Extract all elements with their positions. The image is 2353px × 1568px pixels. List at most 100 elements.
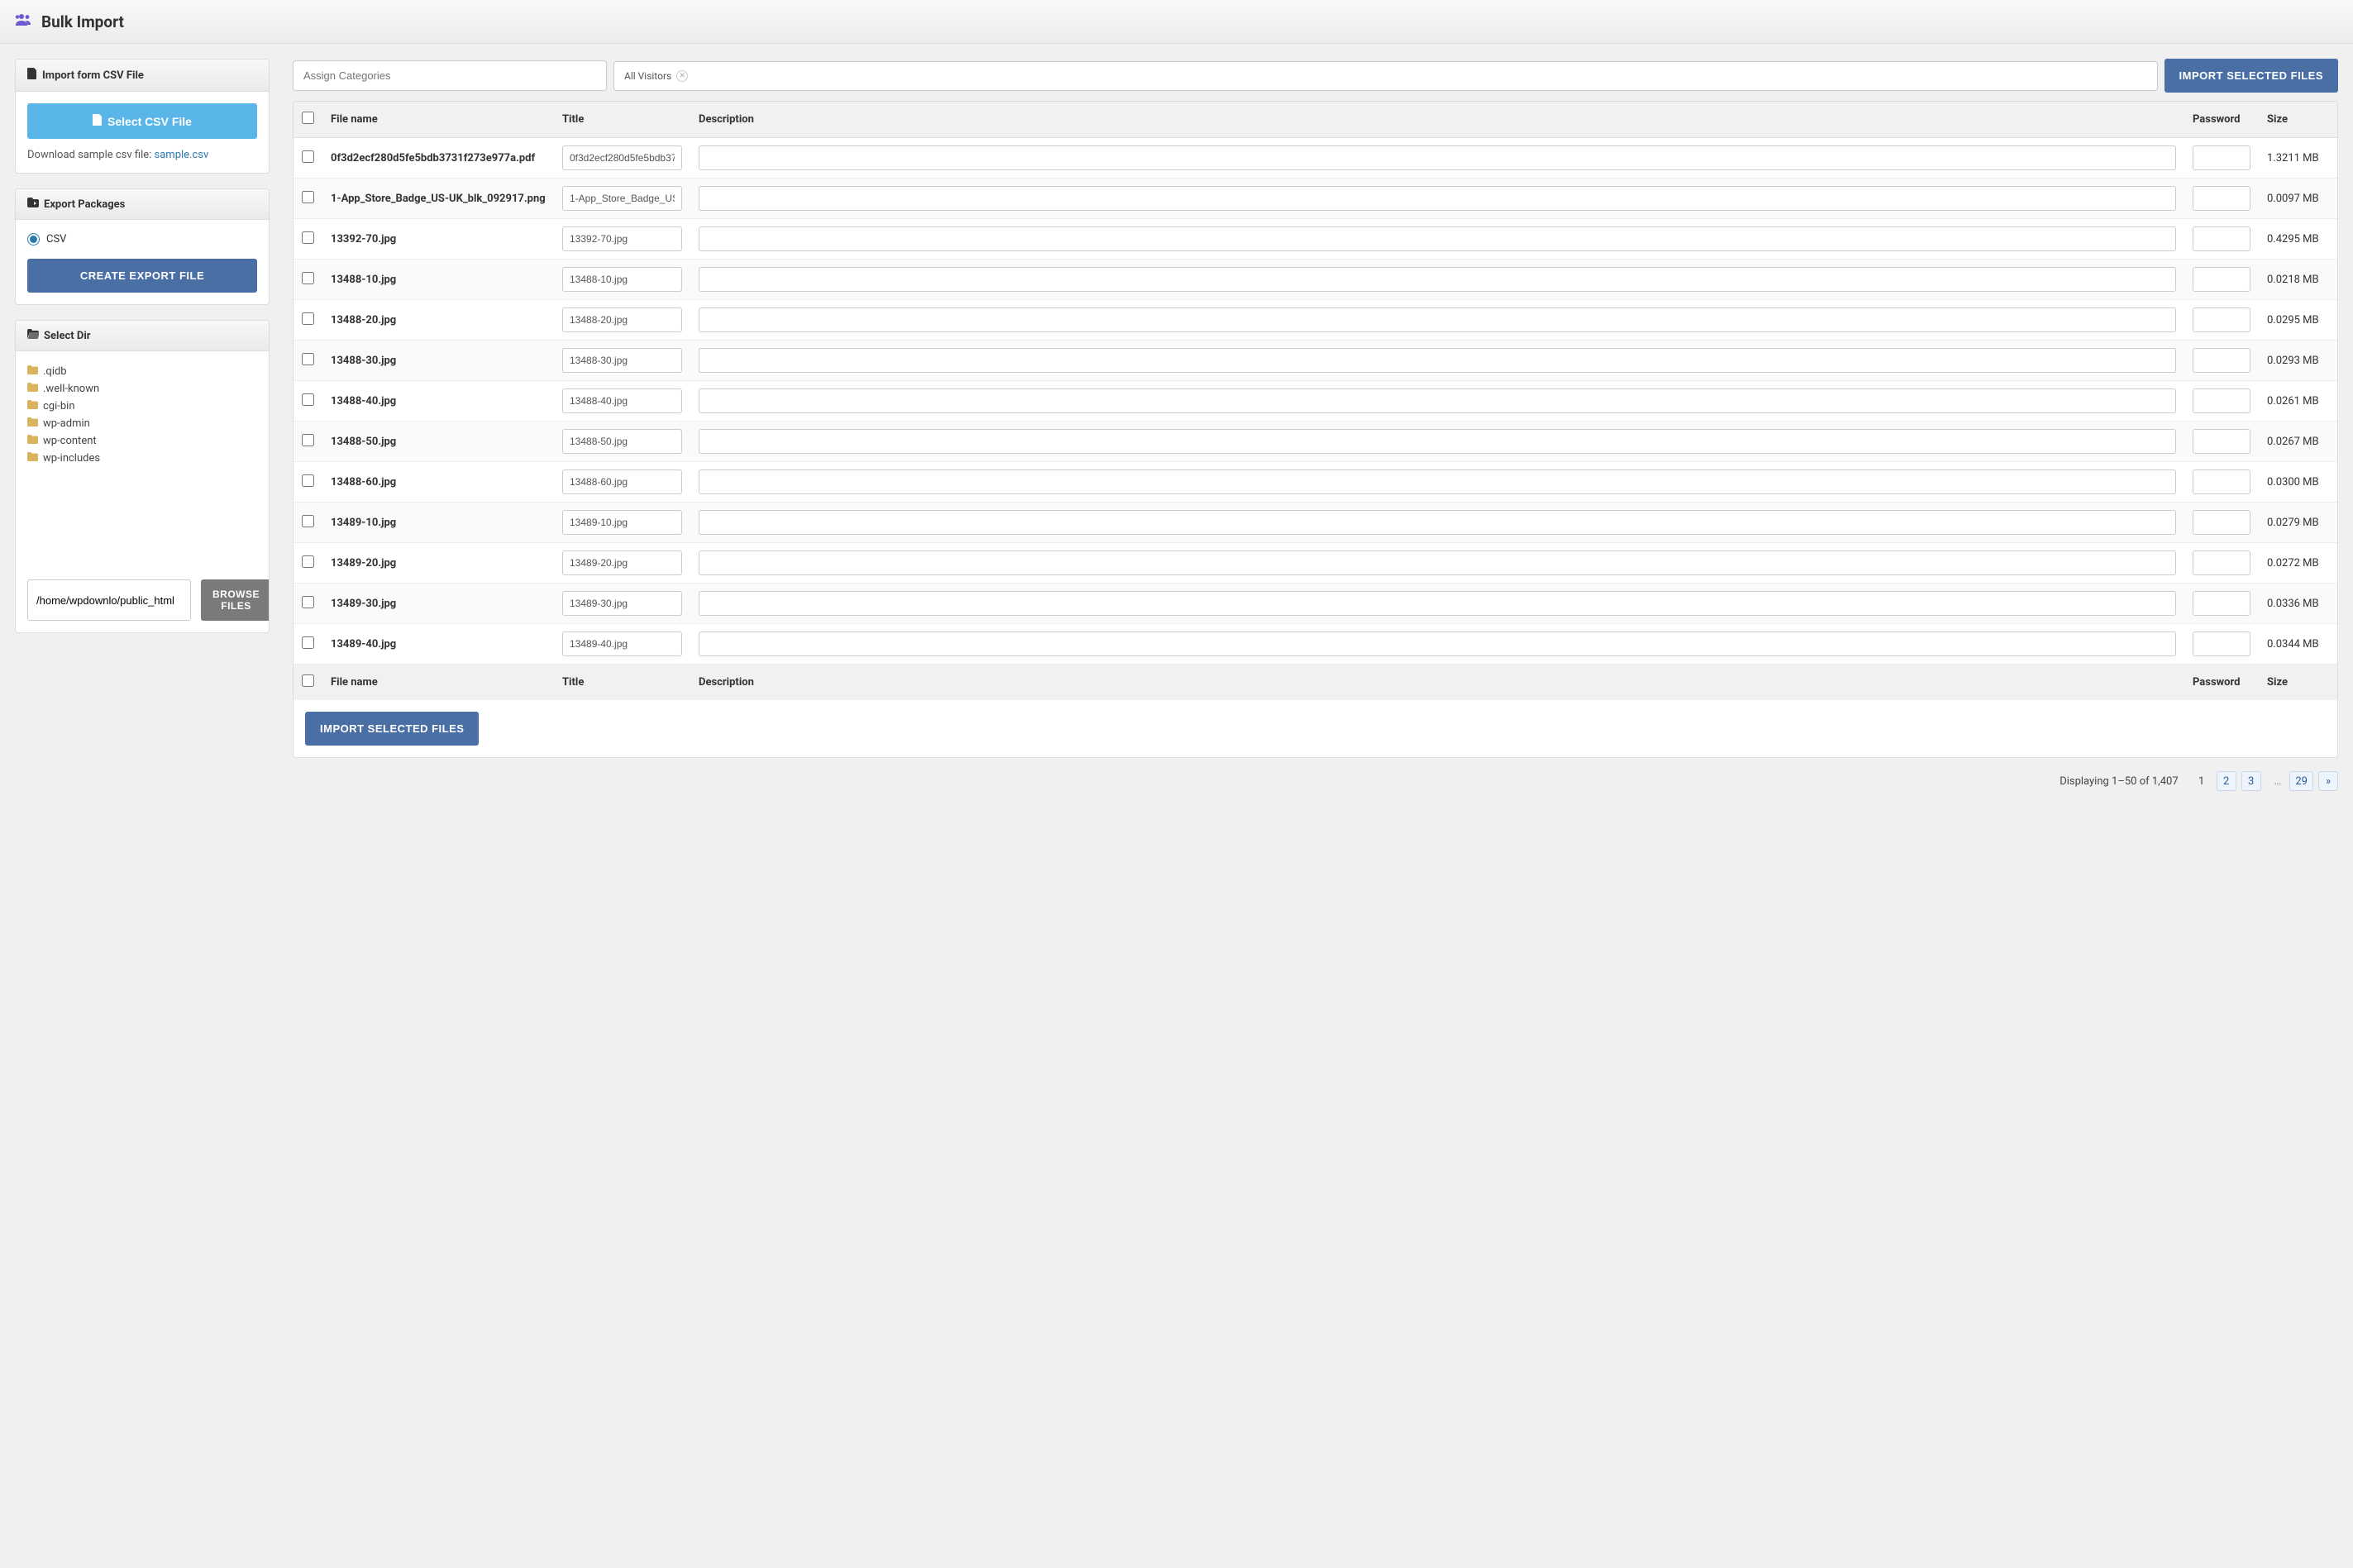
csv-radio-row[interactable]: CSV [27,231,257,247]
row-password-input[interactable] [2193,510,2250,535]
import-selected-top-button[interactable]: IMPORT SELECTED FILES [2164,59,2338,93]
files-table: File name Title Description Password Siz… [294,102,2337,700]
row-description-input[interactable] [699,469,2176,494]
assign-categories-input[interactable] [293,60,607,91]
dir-item-label: wp-content [43,435,97,447]
folder-icon [27,365,38,378]
select-all-checkbox-bottom[interactable] [302,674,314,687]
row-description-input[interactable] [699,307,2176,332]
row-password-input[interactable] [2193,429,2250,454]
dir-item[interactable]: .qidb [27,363,257,380]
row-description-input[interactable] [699,550,2176,575]
row-title-input[interactable] [562,186,682,211]
row-size: 0.0344 MB [2267,638,2319,651]
row-filename: 13489-30.jpg [331,598,396,610]
row-description-input[interactable] [699,388,2176,413]
panel-export: Export Packages CSV CREATE EXPORT FILE [15,188,270,305]
row-password-input[interactable] [2193,631,2250,656]
row-password-input[interactable] [2193,226,2250,251]
dir-item[interactable]: cgi-bin [27,398,257,415]
row-description-input[interactable] [699,348,2176,373]
users-icon [15,12,33,31]
row-title-input[interactable] [562,550,682,575]
row-title-input[interactable] [562,388,682,413]
row-title-input[interactable] [562,591,682,616]
visitors-select[interactable]: All Visitors ✕ [613,61,2158,91]
table-row: 0f3d2ecf280d5fe5bdb3731f273e977a.pdf1.32… [294,138,2337,179]
panel-export-title: Export Packages [44,198,125,211]
browse-files-button[interactable]: BROWSE FILES [201,579,270,621]
row-title-input[interactable] [562,267,682,292]
row-checkbox[interactable] [302,636,314,649]
row-title-input[interactable] [562,348,682,373]
dir-item[interactable]: wp-admin [27,415,257,432]
row-password-input[interactable] [2193,186,2250,211]
dir-item[interactable]: wp-content [27,432,257,450]
select-csv-button[interactable]: Select CSV File [27,103,257,139]
page-header: Bulk Import [0,0,2353,44]
row-title-input[interactable] [562,631,682,656]
page-last[interactable]: 29 [2289,771,2313,791]
page-link[interactable]: 2 [2217,771,2236,791]
page-link[interactable]: 3 [2241,771,2261,791]
row-password-input[interactable] [2193,591,2250,616]
table-row: 13392-70.jpg0.4295 MB [294,219,2337,260]
row-description-input[interactable] [699,186,2176,211]
create-export-button[interactable]: CREATE EXPORT FILE [27,259,257,293]
row-description-input[interactable] [699,267,2176,292]
dir-item[interactable]: .well-known [27,380,257,398]
row-filename: 0f3d2ecf280d5fe5bdb3731f273e977a.pdf [331,152,535,164]
row-filename: 13489-10.jpg [331,517,396,529]
row-password-input[interactable] [2193,267,2250,292]
row-title-input[interactable] [562,226,682,251]
row-description-input[interactable] [699,631,2176,656]
row-checkbox[interactable] [302,555,314,568]
row-checkbox[interactable] [302,312,314,325]
row-size: 0.0279 MB [2267,517,2319,529]
folder-icon [27,400,38,412]
row-title-input[interactable] [562,469,682,494]
row-title-input[interactable] [562,307,682,332]
row-password-input[interactable] [2193,469,2250,494]
csv-radio[interactable] [27,233,40,245]
row-title-input[interactable] [562,429,682,454]
pagination: Displaying 1–50 of 1,407 1 23 … 29 » [293,766,2338,796]
table-row: 13489-30.jpg0.0336 MB [294,584,2337,624]
row-password-input[interactable] [2193,307,2250,332]
dir-item[interactable]: wp-includes [27,450,257,467]
remove-chip-icon[interactable]: ✕ [676,70,688,82]
row-checkbox[interactable] [302,434,314,446]
row-checkbox[interactable] [302,191,314,203]
col-size-header: Size [2259,102,2337,138]
row-checkbox[interactable] [302,231,314,244]
row-size: 0.0272 MB [2267,557,2319,570]
page-next[interactable]: » [2318,771,2338,791]
row-description-input[interactable] [699,145,2176,170]
row-title-input[interactable] [562,145,682,170]
row-description-input[interactable] [699,226,2176,251]
row-title-input[interactable] [562,510,682,535]
row-checkbox[interactable] [302,272,314,284]
import-selected-bottom-button[interactable]: IMPORT SELECTED FILES [305,712,479,746]
col-filename-header: File name [322,102,554,138]
table-row: 13488-40.jpg0.0261 MB [294,381,2337,422]
row-checkbox[interactable] [302,515,314,527]
row-password-input[interactable] [2193,145,2250,170]
content: Import form CSV File Select CSV File Dow… [0,44,2353,811]
dir-path-input[interactable] [27,579,191,621]
row-checkbox[interactable] [302,393,314,406]
row-checkbox[interactable] [302,353,314,365]
row-checkbox[interactable] [302,596,314,608]
sample-csv-link[interactable]: sample.csv [155,149,209,161]
row-password-input[interactable] [2193,348,2250,373]
row-description-input[interactable] [699,591,2176,616]
row-checkbox[interactable] [302,150,314,163]
row-password-input[interactable] [2193,388,2250,413]
row-checkbox[interactable] [302,474,314,487]
row-password-input[interactable] [2193,550,2250,575]
row-filename: 13488-30.jpg [331,355,396,367]
row-description-input[interactable] [699,510,2176,535]
select-all-checkbox-top[interactable] [302,112,314,124]
panel-import-csv: Import form CSV File Select CSV File Dow… [15,59,270,174]
row-description-input[interactable] [699,429,2176,454]
